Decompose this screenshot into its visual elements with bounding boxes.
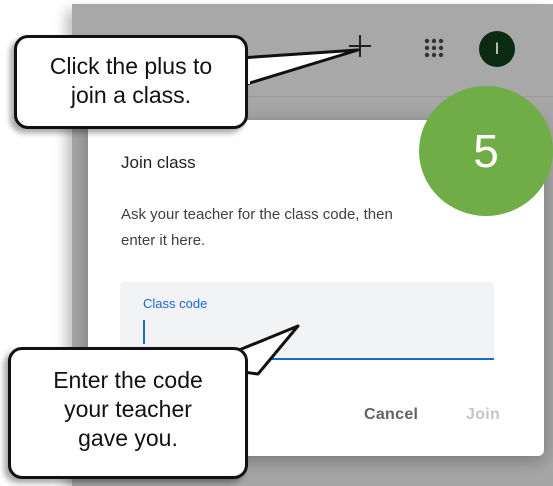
- text-caret: [143, 320, 145, 344]
- step-number: 5: [473, 125, 499, 177]
- step-number-badge: 5: [419, 86, 553, 216]
- callout-code-line-3: gave you.: [78, 425, 178, 451]
- dialog-title: Join class: [121, 153, 196, 172]
- callout-code-line-2: your teacher: [64, 396, 192, 422]
- callout-plus-line-1: Click the plus to: [49, 53, 213, 79]
- cancel-button[interactable]: Cancel: [356, 400, 426, 430]
- apps-button[interactable]: [412, 26, 456, 70]
- callout-click-plus: Click the plus to join a class.: [14, 35, 248, 129]
- avatar-initial: I: [494, 39, 500, 58]
- account-avatar[interactable]: I: [479, 31, 515, 67]
- callout-code-line-1: Enter the code: [53, 367, 203, 393]
- callout-plus-pointer: [240, 48, 360, 88]
- dialog-description: Ask your teacher for the class code, the…: [121, 202, 511, 254]
- grid-icon: [424, 38, 444, 58]
- callout-enter-code: Enter the code your teacher gave you.: [8, 347, 248, 479]
- join-button[interactable]: Join: [458, 400, 508, 430]
- class-code-label: Class code: [143, 296, 208, 311]
- dialog-description-line-2: enter it here.: [121, 232, 206, 249]
- callout-plus-line-2: join a class.: [70, 82, 192, 108]
